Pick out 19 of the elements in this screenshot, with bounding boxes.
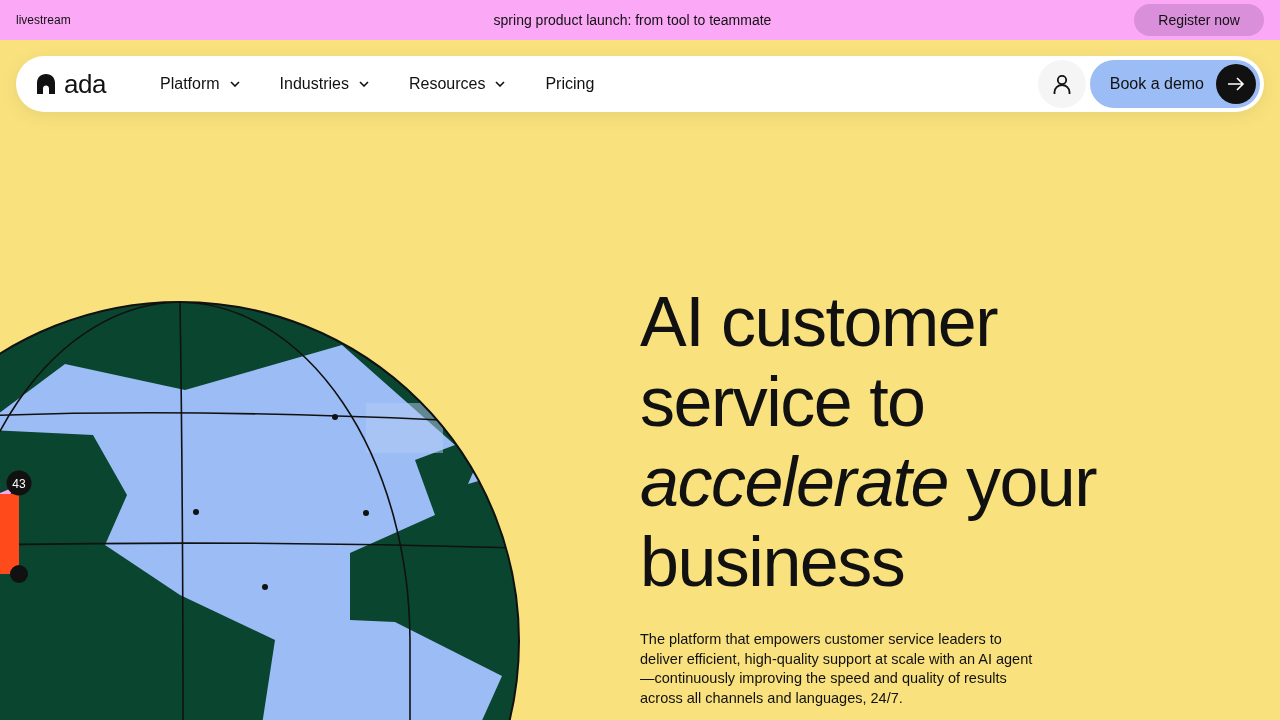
register-button[interactable]: Register now: [1134, 4, 1264, 36]
account-button[interactable]: [1037, 60, 1086, 108]
chevron-down-icon: [358, 81, 369, 87]
chevron-down-icon: [495, 81, 506, 87]
nav-link[interactable]: Resources: [408, 75, 506, 93]
hero-heading: AI customer service to accelerate your business: [640, 282, 1098, 602]
arrow-right-icon: [1216, 64, 1256, 104]
book-demo-button[interactable]: Book a demo: [1089, 60, 1260, 108]
nav-link[interactable]: Pricing: [545, 75, 595, 93]
banner-message[interactable]: spring product launch: from tool to teammate: [493, 12, 772, 28]
nav-link[interactable]: Industries: [279, 75, 369, 93]
logo-icon[interactable]: [36, 74, 56, 94]
banner-tag: livestream: [16, 13, 71, 27]
chevron-down-icon: [229, 81, 240, 87]
user-icon: [1052, 74, 1071, 94]
hero-description: The platform that empowers customer service leaders to deliver efficient, high-quality support at scale with an AI agent—continuously improving the speed and quality of results across all channels and languages, 24/7.: [640, 630, 1034, 708]
logo-text[interactable]: ada: [64, 68, 106, 100]
nav-link[interactable]: Platform: [160, 75, 240, 93]
count-badge: 43: [6, 470, 32, 496]
